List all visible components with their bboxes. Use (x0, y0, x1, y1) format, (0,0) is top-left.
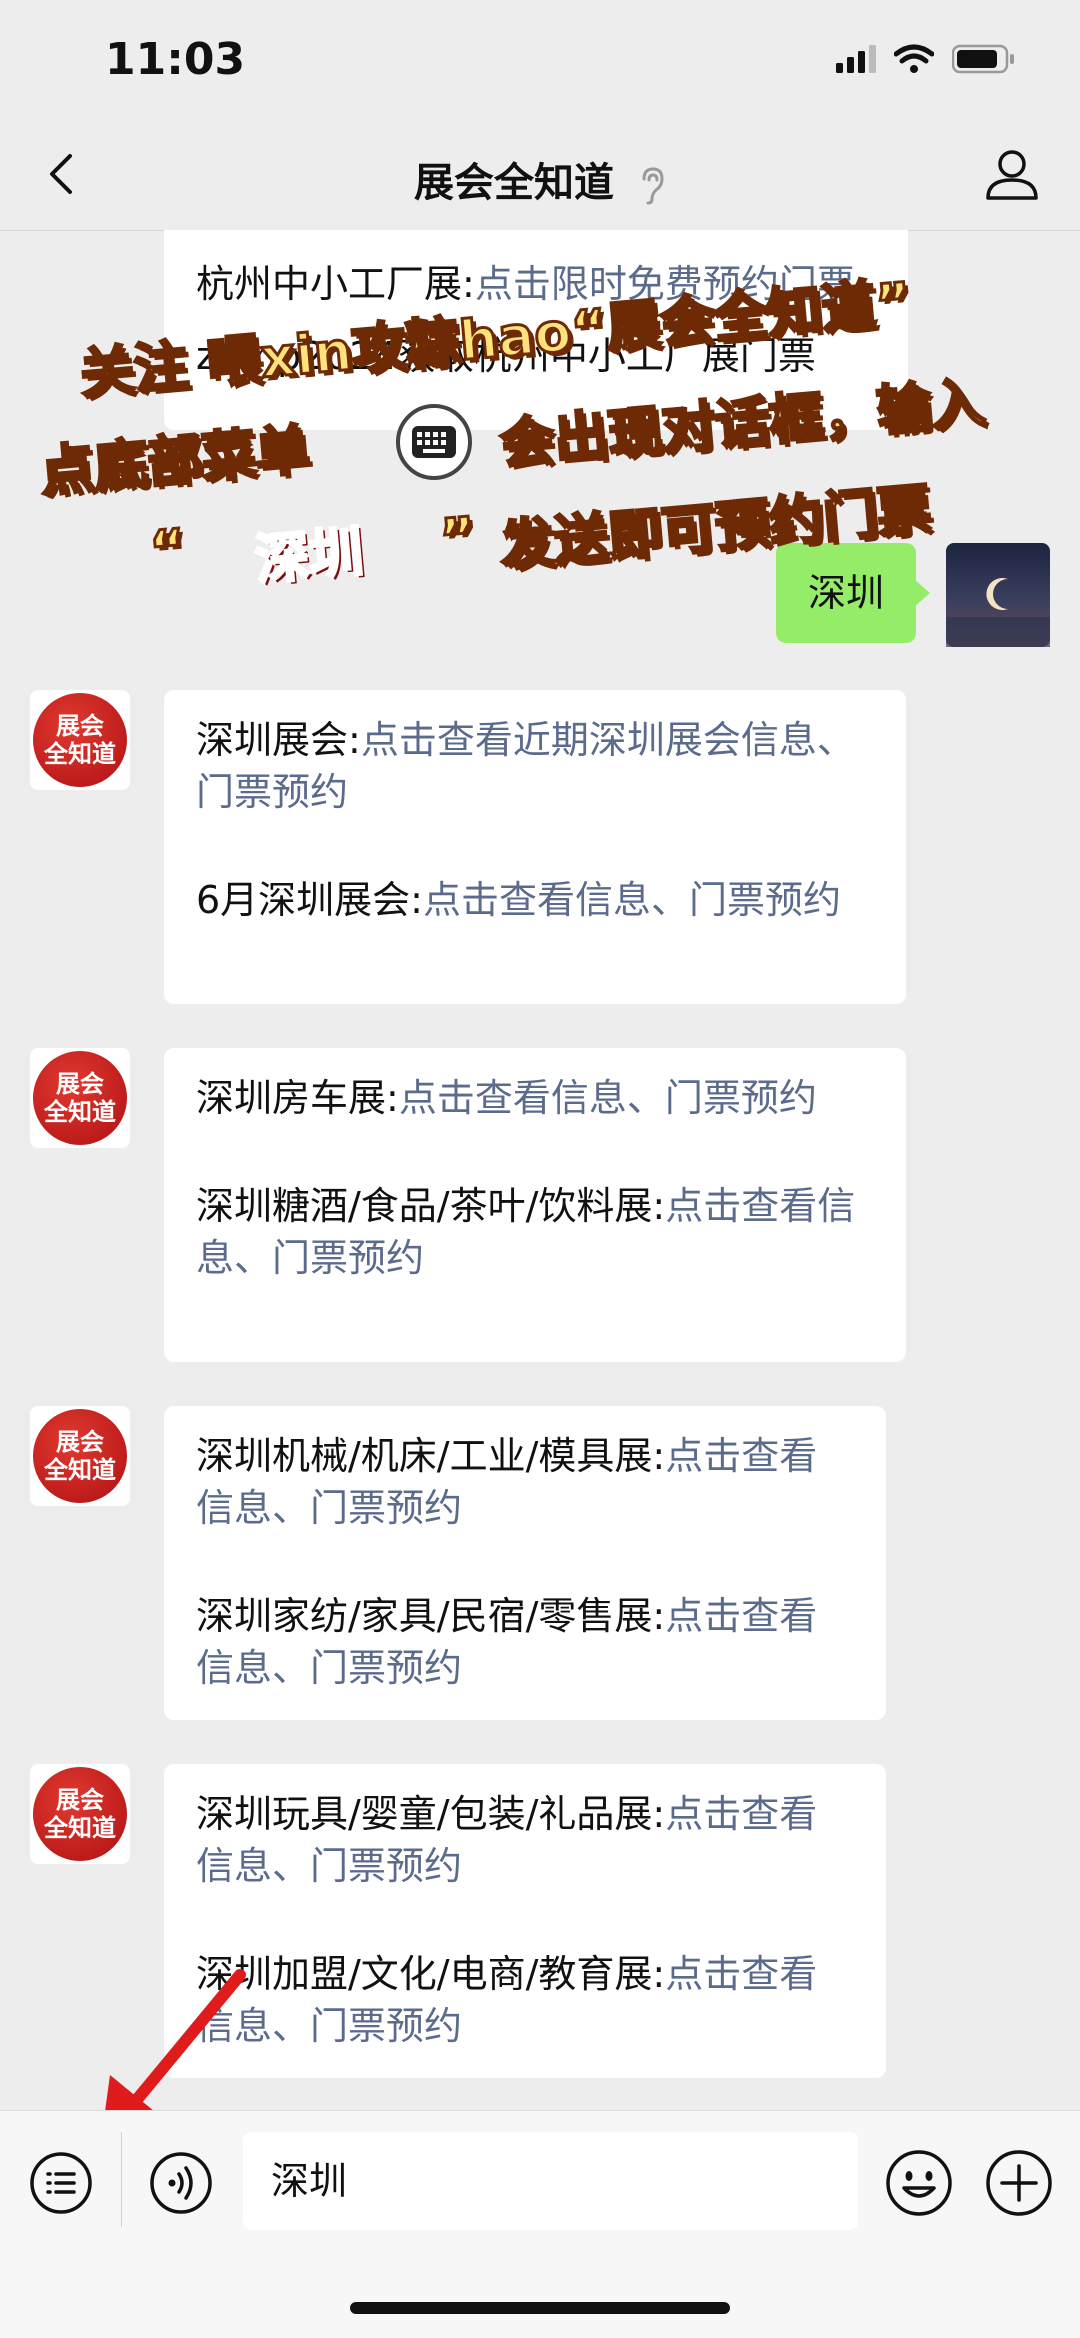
message-input[interactable]: 深圳 (243, 2132, 858, 2230)
brand-line2: 全知道 (44, 1098, 116, 1126)
plus-icon[interactable] (984, 2148, 1054, 2218)
message-item: 深圳玩具/婴童/包装/礼品展:点击查看信息、门票预约 (196, 1788, 854, 1892)
avatar[interactable]: 展会 全知道 (30, 1048, 130, 1148)
brand-line1: 展会 (56, 1428, 104, 1456)
message-item: 6月深圳展会:点击查看信息、门票预约 (196, 874, 874, 926)
brand-line1: 展会 (56, 1070, 104, 1098)
overlay-keyword: 深圳 (251, 518, 367, 593)
chat-title-text: 展会全知道 (414, 160, 615, 206)
message-item: 深圳家纺/家具/民宿/零售展:点击查看信息、门票预约 (196, 1590, 854, 1694)
message-bubble: 深圳房车展:点击查看信息、门票预约 深圳糖酒/食品/茶叶/饮料展:点击查看信息、… (164, 1048, 906, 1362)
menu-icon[interactable] (28, 2150, 94, 2216)
nav-bar: 展会全知道 (0, 120, 1080, 231)
brand-logo: 展会 全知道 (33, 693, 127, 787)
avatar[interactable]: 展会 全知道 (30, 690, 130, 790)
message-tail: zhmp2024获取杭州中小工厂展门票 (196, 334, 816, 378)
message-bubble: 深圳玩具/婴童/包装/礼品展:点击查看信息、门票预约 深圳加盟/文化/电商/教育… (164, 1764, 886, 2078)
overlay-quote-open: “ (146, 516, 190, 585)
user-message-bubble: 深圳 (775, 543, 931, 643)
brand-logo: 展会 全知道 (33, 1767, 127, 1861)
message-label: 深圳房车展: (196, 1076, 399, 1120)
avatar[interactable]: 展会 全知道 (30, 1764, 130, 1864)
divider (121, 2132, 122, 2227)
message-item: 杭州中小工厂展:点击限时免费预约门票 (196, 258, 876, 310)
message-label: 杭州中小工厂展: (196, 262, 475, 306)
message-link[interactable]: 点击查看信息、门票预约 (423, 878, 841, 922)
message-label: 深圳加盟/文化/电商/教育展: (196, 1952, 666, 1996)
profile-icon[interactable] (982, 144, 1042, 204)
user-avatar[interactable] (946, 543, 1050, 647)
chat-title: 展会全知道 (0, 150, 1080, 208)
wifi-icon (894, 44, 934, 73)
message-label: 深圳玩具/婴童/包装/礼品展: (196, 1792, 666, 1836)
message-link[interactable]: 点击限时免费预约门票 (475, 262, 855, 306)
message-label: 深圳糖酒/食品/茶叶/饮料展: (196, 1184, 666, 1228)
message-text: zhmp2024获取杭州中小工厂展门票 (196, 330, 876, 382)
message-item: 深圳糖酒/食品/茶叶/饮料展:点击查看信息、门票预约 (196, 1180, 874, 1284)
status-time: 11:03 (105, 34, 246, 85)
brand-logo: 展会 全知道 (33, 1409, 127, 1503)
emoji-icon[interactable] (884, 2148, 954, 2218)
message-item: 深圳加盟/文化/电商/教育展:点击查看信息、门票预约 (196, 1948, 854, 2052)
signal-icon (836, 45, 876, 73)
brand-line2: 全知道 (44, 740, 116, 768)
message-label: 深圳家纺/家具/民宿/零售展: (196, 1594, 666, 1638)
brand-line2: 全知道 (44, 1814, 116, 1842)
message-bubble: 杭州中小工厂展:点击限时免费预约门票 zhmp2024获取杭州中小工厂展门票 (164, 230, 908, 430)
message-bubble: 深圳机械/机床/工业/模具展:点击查看信息、门票预约 深圳家纺/家具/民宿/零售… (164, 1406, 886, 1720)
ear-mode-icon (642, 167, 664, 205)
avatar[interactable]: 展会 全知道 (30, 1406, 130, 1506)
overlay-quote-close: ” (436, 504, 480, 573)
message-label: 6月深圳展会: (196, 878, 423, 922)
message-item: 深圳机械/机床/工业/模具展:点击查看信息、门票预约 (196, 1430, 854, 1534)
moon-icon (946, 578, 1050, 647)
message-bubble: 深圳展会:点击查看近期深圳展会信息、门票预约 6月深圳展会:点击查看信息、门票预… (164, 690, 906, 1004)
battery-icon (952, 44, 1014, 74)
brand-line2: 全知道 (44, 1456, 116, 1484)
message-item: 深圳展会:点击查看近期深圳展会信息、门票预约 (196, 714, 874, 818)
home-indicator[interactable] (350, 2302, 730, 2314)
brand-line1: 展会 (56, 712, 104, 740)
brand-line1: 展会 (56, 1786, 104, 1814)
message-link[interactable]: 点击查看信息、门票预约 (399, 1076, 817, 1120)
voice-icon[interactable] (148, 2150, 214, 2216)
brand-logo: 展会 全知道 (33, 1051, 127, 1145)
message-label: 深圳展会: (196, 718, 361, 762)
status-icons (836, 44, 1016, 74)
message-item: 深圳房车展:点击查看信息、门票预约 (196, 1072, 874, 1124)
message-label: 深圳机械/机床/工业/模具展: (196, 1434, 666, 1478)
